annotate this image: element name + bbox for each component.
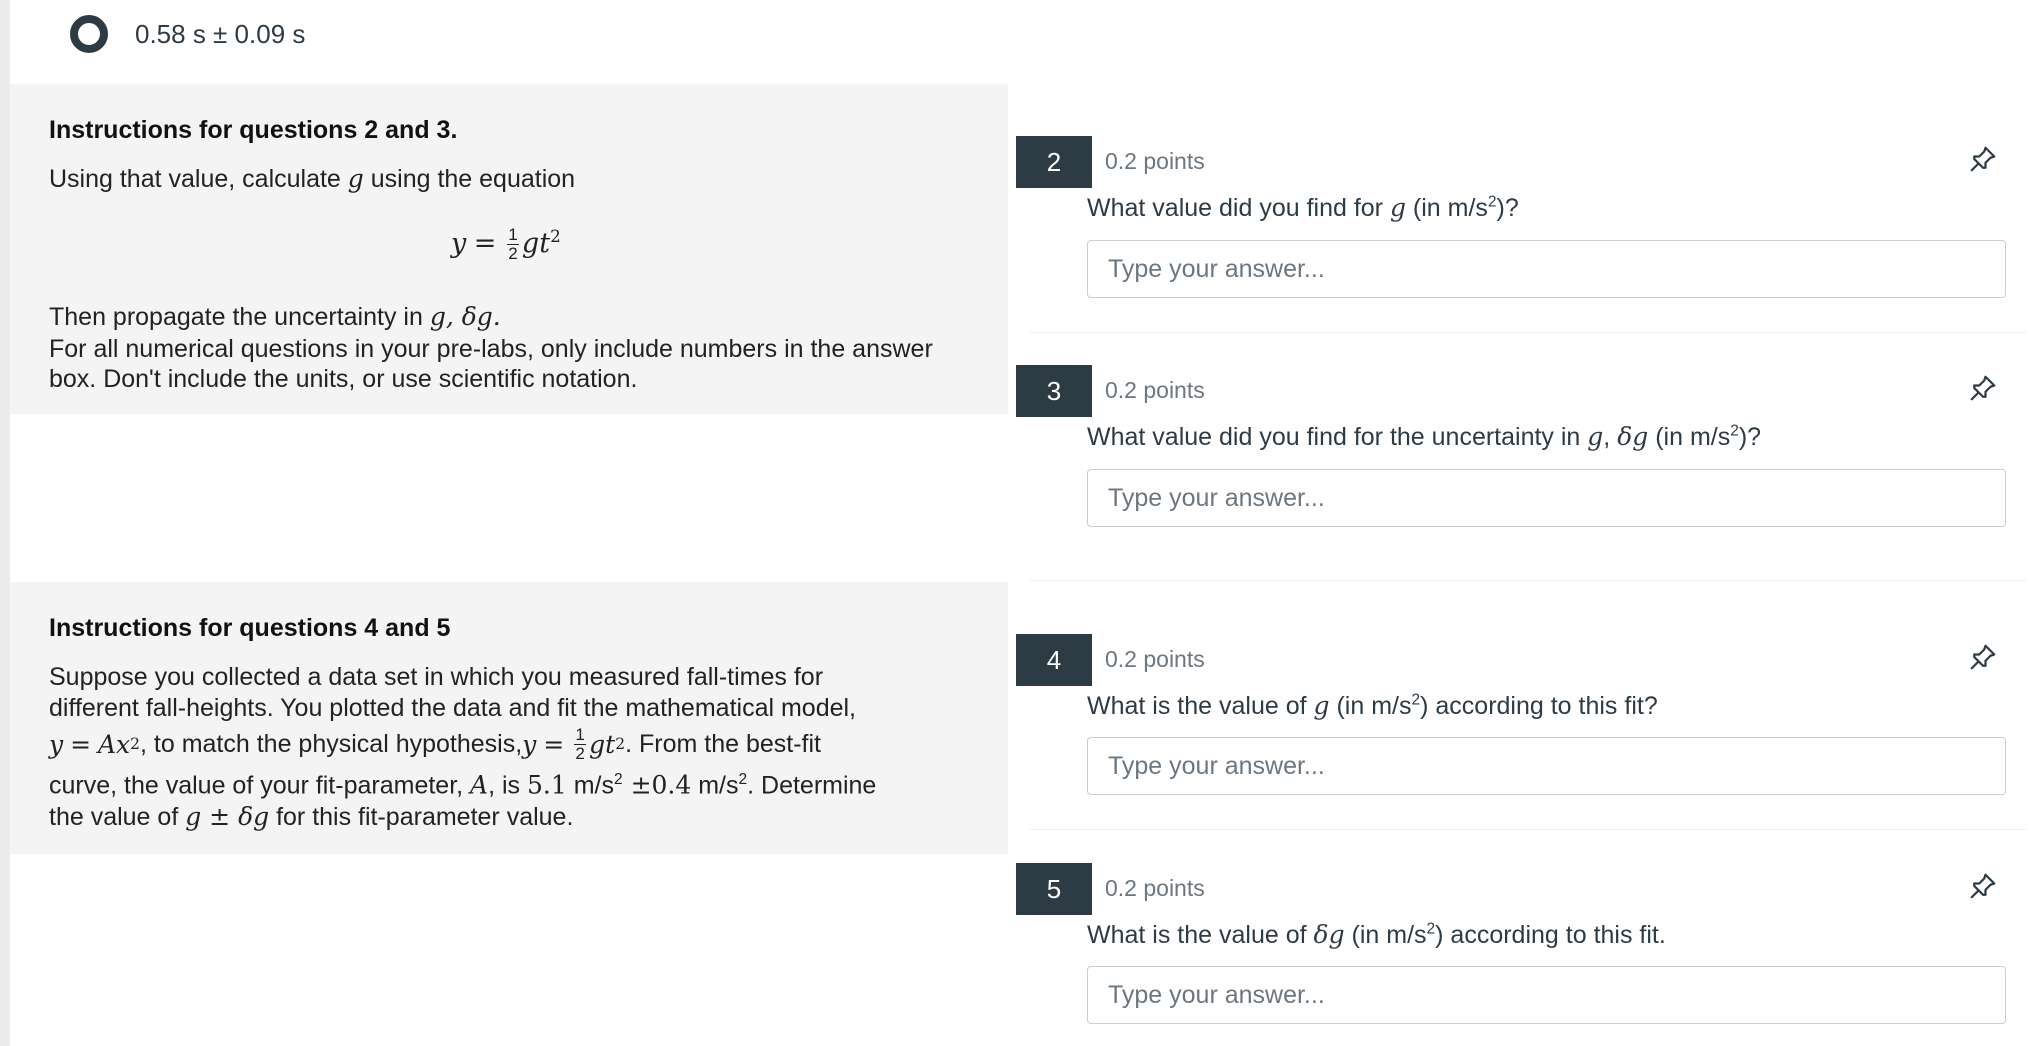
instructions-title: Instructions for questions 4 and 5 [49,614,451,642]
instructions-title: Instructions for questions 2 and 3. [49,116,458,144]
question-number-badge: 3 [1016,365,1092,417]
question-number-badge: 5 [1016,863,1092,915]
answer-input[interactable] [1087,966,2006,1024]
equation-fall: y = 1 2 gt2 [451,225,561,264]
divider [1030,332,2026,333]
question-number-badge: 2 [1016,136,1092,188]
answer-input[interactable] [1087,240,2006,298]
question-text: What is the value of δg (in m/s2) accord… [1087,920,1666,949]
instructions-text-uncertainty: Then propagate the uncertainty in g, δg. [49,302,501,331]
instructions-panel-4-5: Instructions for questions 4 and 5 Suppo… [10,582,1008,854]
instructions-text-numbers: For all numerical questions in your pre-… [49,335,933,393]
question-text: What value did you find for g (in m/s2)? [1087,193,1519,222]
left-scroll-gutter [0,0,10,1046]
answer-option[interactable]: 0.58 s ± 0.09 s [70,15,306,53]
answer-input[interactable] [1087,737,2006,795]
question-points: 0.2 points [1105,646,1205,672]
radio-selected-icon[interactable] [70,15,108,53]
pin-icon[interactable] [1968,144,1998,174]
question-number-badge: 4 [1016,634,1092,686]
answer-option-label: 0.58 s ± 0.09 s [135,18,306,49]
question-text: What is the value of g (in m/s2) accordi… [1087,691,1658,720]
pin-icon[interactable] [1968,373,1998,403]
question-text: What value did you find for the uncertai… [1087,422,1762,451]
question-points: 0.2 points [1105,377,1205,403]
answer-input[interactable] [1087,469,2006,527]
instructions-text: Using that value, calculate g using the … [49,164,576,193]
question-points: 0.2 points [1105,148,1205,174]
instructions-text: Suppose you collected a data set in whic… [49,663,877,832]
pin-icon[interactable] [1968,871,1998,901]
divider [1030,580,2026,581]
instructions-panel-2-3: Instructions for questions 2 and 3. Usin… [10,84,1008,414]
question-points: 0.2 points [1105,875,1205,901]
pin-icon[interactable] [1968,642,1998,672]
divider [1030,829,2026,830]
